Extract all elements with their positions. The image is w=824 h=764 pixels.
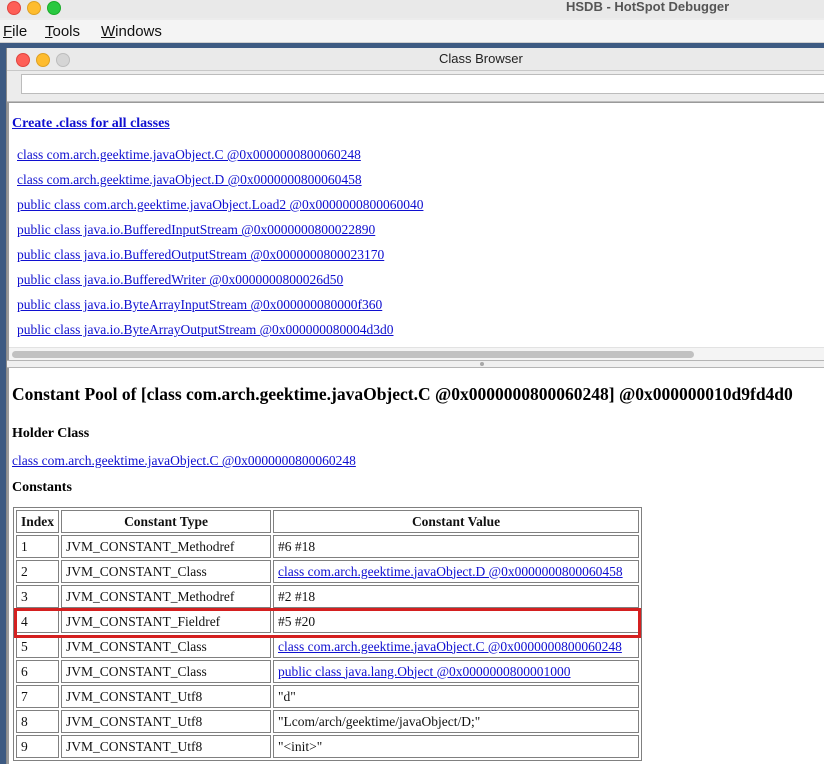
constant-value-link[interactable]: class com.arch.geektime.javaObject.C @0x… [278,639,622,654]
table-row: 1 JVM_CONSTANT_Methodref #6 #18 [16,535,640,558]
holder-class-heading: Holder Class [12,426,90,441]
menu-windows-label: indows [115,23,162,40]
app-titlebar: HSDB - HotSpot Debugger [0,0,824,18]
menu-windows-mnemonic: W [101,23,116,40]
create-class-files-link[interactable]: Create .class for all classes [12,116,170,132]
cell-constant-value: "d" [273,685,640,708]
cell-constant-value: "Lcom/arch/geektime/javaObject/D;" [273,710,640,733]
close-window-button[interactable] [7,1,21,15]
class-browser-minimize-button[interactable] [36,53,50,67]
zoom-window-button[interactable] [47,1,61,15]
holder-class-link[interactable]: class com.arch.geektime.javaObject.C @0x… [12,453,356,469]
cell-index: 3 [16,585,60,608]
menu-tools-label: ools [52,23,81,40]
cell-index: 8 [16,710,60,733]
class-list-item[interactable]: class com.arch.geektime.javaObject.D @0x… [17,172,362,188]
cell-constant-type: JVM_CONSTANT_Methodref [61,585,272,608]
menu-file-mnemonic: F [3,23,13,40]
minimize-window-button[interactable] [27,1,41,15]
cell-index: 5 [16,635,60,658]
table-row: 4 JVM_CONSTANT_Fieldref #5 #20 [16,610,640,633]
cell-constant-value: #5 #20 [273,610,640,633]
menu-tools-mnemonic: T [45,23,53,40]
table-row: 8 JVM_CONSTANT_Utf8 "Lcom/arch/geektime/ja… [16,710,640,733]
cell-constant-type: JVM_CONSTANT_Class [61,635,272,658]
cell-constant-type: JVM_CONSTANT_Utf8 [61,735,272,758]
cell-index: 9 [16,735,60,758]
class-list-item[interactable]: public class java.io.BufferedInputStream… [17,222,375,238]
table-row: 7 JVM_CONSTANT_Utf8 "d" [16,685,640,708]
class-browser-titlebar: Class Browser [7,48,824,71]
app-title: HSDB - HotSpot Debugger [566,0,730,14]
class-list-item[interactable]: public class java.io.ByteArrayInputStrea… [17,297,382,313]
horizontal-scrollbar[interactable] [9,347,824,360]
menu-windows[interactable]: Windows [101,23,162,40]
cell-constant-value: class com.arch.geektime.javaObject.D @0x… [273,560,640,583]
filter-bar [7,71,824,102]
table-row: 3 JVM_CONSTANT_Methodref #2 #18 [16,585,640,608]
column-header-type: Constant Type [61,510,272,533]
table-header-row: Index Constant Type Constant Value [16,510,640,533]
constants-heading: Constants [12,480,72,495]
class-filter-input[interactable] [21,74,824,94]
column-header-value: Constant Value [273,510,640,533]
table-row: 9 JVM_CONSTANT_Utf8 "<init>" [16,735,640,758]
class-list-item[interactable]: public class java.io.BufferedOutputStrea… [17,247,384,263]
cell-constant-value: #6 #18 [273,535,640,558]
class-browser-window: Class Browser Create .class for all clas… [6,48,824,764]
constant-value-link[interactable]: class com.arch.geektime.javaObject.D @0x… [278,564,623,579]
class-list-item[interactable]: class com.arch.geektime.javaObject.C @0x… [17,147,361,163]
class-browser-title: Class Browser [439,51,523,66]
menu-file-label: ile [12,23,28,40]
class-list-item[interactable]: public class java.io.BufferedWriter @0x0… [17,272,343,288]
column-header-index: Index [16,510,60,533]
constant-value-link[interactable]: public class java.lang.Object @0x0000000… [278,664,571,679]
cell-constant-value: class com.arch.geektime.javaObject.C @0x… [273,635,640,658]
split-pane-divider[interactable] [7,360,824,368]
cell-index: 4 [16,610,60,633]
constant-pool-title: Constant Pool of [class com.arch.geektim… [12,384,793,404]
cell-constant-type: JVM_CONSTANT_Class [61,560,272,583]
cell-constant-value: #2 #18 [273,585,640,608]
constants-table-body: 1 JVM_CONSTANT_Methodref #6 #18 2 JVM_CONSTA… [16,535,640,758]
cell-constant-type: JVM_CONSTANT_Class [61,660,272,683]
table-row: 2 JVM_CONSTANT_Class class com.arch.geekti… [16,560,640,583]
cell-index: 2 [16,560,60,583]
cell-constant-value: public class java.lang.Object @0x0000000… [273,660,640,683]
class-browser-close-button[interactable] [16,53,30,67]
class-browser-zoom-button[interactable] [56,53,70,67]
cell-index: 6 [16,660,60,683]
class-list-item[interactable]: public class com.arch.geektime.javaObjec… [17,197,423,213]
menu-bar: File Tools Windows [0,20,824,43]
menu-file[interactable]: File [3,23,27,40]
cell-constant-value: "<init>" [273,735,640,758]
menu-tools[interactable]: Tools [45,23,80,40]
divider-grip-icon [480,362,484,366]
cell-constant-type: JVM_CONSTANT_Utf8 [61,685,272,708]
cell-constant-type: JVM_CONSTANT_Methodref [61,535,272,558]
cell-constant-type: JVM_CONSTANT_Utf8 [61,710,272,733]
table-row: 5 JVM_CONSTANT_Class class com.arch.geekti… [16,635,640,658]
constants-table: Index Constant Type Constant Value 1 JVM_… [13,507,643,761]
table-row: 6 JVM_CONSTANT_Class public class java.lan… [16,660,640,683]
class-list-item[interactable]: public class java.io.ByteArrayOutputStre… [17,322,394,338]
class-list-pane[interactable]: Create .class for all classes class com.… [7,102,824,360]
cell-index: 1 [16,535,60,558]
cell-index: 7 [16,685,60,708]
constant-pool-pane: Constant Pool of [class com.arch.geektim… [7,368,824,764]
horizontal-scrollbar-thumb[interactable] [12,351,694,358]
cell-constant-type: JVM_CONSTANT_Fieldref [61,610,272,633]
